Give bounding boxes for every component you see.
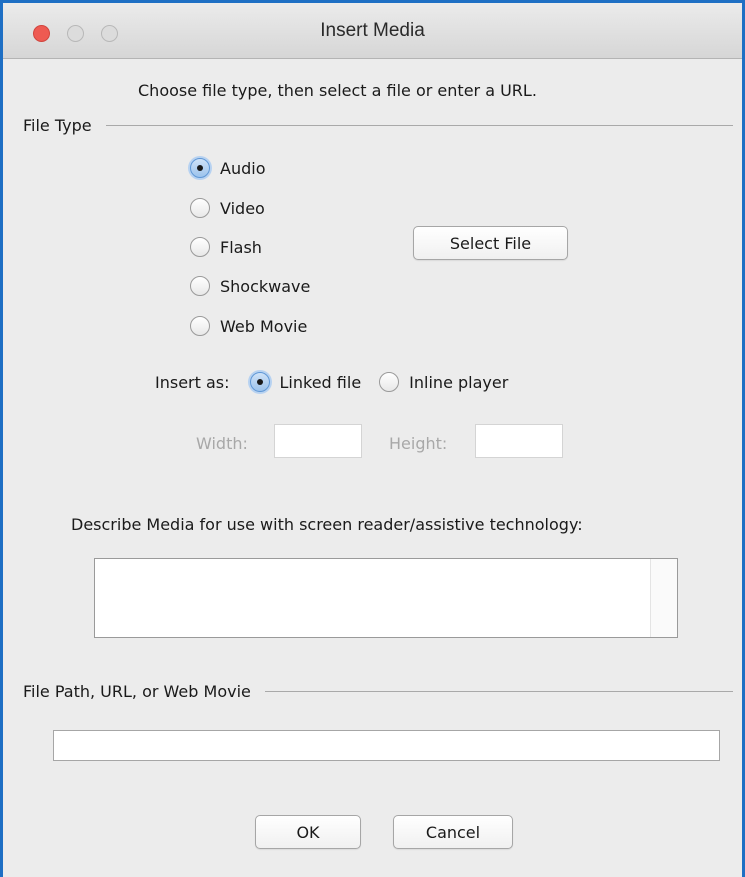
file-type-option-shockwave[interactable]: Shockwave: [190, 276, 310, 296]
file-path-input[interactable]: [53, 730, 720, 761]
radio-unselected-icon[interactable]: [190, 198, 210, 218]
radio-unselected-icon[interactable]: [190, 316, 210, 336]
radio-selected-icon[interactable]: [190, 158, 210, 178]
height-input[interactable]: [475, 424, 563, 458]
width-label: Width:: [196, 434, 248, 453]
select-file-button[interactable]: Select File: [413, 226, 568, 260]
describe-media-label: Describe Media for use with screen reade…: [71, 515, 583, 534]
title-bar[interactable]: Insert Media: [3, 3, 742, 59]
width-input[interactable]: [274, 424, 362, 458]
insert-as-row: Insert as: Linked file Inline player: [155, 372, 508, 392]
insert-media-dialog: Insert Media Choose file type, then sele…: [0, 0, 745, 877]
describe-media-textarea[interactable]: [94, 558, 678, 638]
insert-as-inline-player-label[interactable]: Inline player: [409, 373, 508, 392]
file-type-option-label: Web Movie: [220, 316, 308, 336]
height-label: Height:: [389, 434, 448, 453]
textarea-scrollbar[interactable]: [650, 559, 677, 637]
radio-unselected-icon[interactable]: [379, 372, 400, 392]
file-type-option-audio[interactable]: Audio: [190, 158, 265, 178]
insert-as-linked-file-label[interactable]: Linked file: [280, 373, 362, 392]
radio-selected-icon[interactable]: [249, 372, 270, 392]
window-title: Insert Media: [320, 20, 425, 41]
file-type-option-video[interactable]: Video: [190, 198, 265, 218]
instruction-text: Choose file type, then select a file or …: [138, 81, 537, 100]
file-type-option-label: Flash: [220, 237, 262, 257]
radio-unselected-icon[interactable]: [190, 237, 210, 257]
file-path-group-label: File Path, URL, or Web Movie: [23, 682, 265, 701]
file-type-option-label: Audio: [220, 158, 266, 178]
radio-unselected-icon[interactable]: [190, 276, 210, 296]
cancel-button[interactable]: Cancel: [393, 815, 513, 849]
file-type-group-label: File Type: [23, 116, 106, 135]
file-type-divider: [23, 125, 733, 126]
file-type-option-label: Shockwave: [220, 276, 311, 296]
insert-as-label: Insert as:: [155, 372, 230, 392]
file-type-option-web-movie[interactable]: Web Movie: [190, 316, 307, 336]
file-type-option-label: Video: [220, 198, 265, 218]
ok-button[interactable]: OK: [255, 815, 361, 849]
file-type-option-flash[interactable]: Flash: [190, 237, 262, 257]
